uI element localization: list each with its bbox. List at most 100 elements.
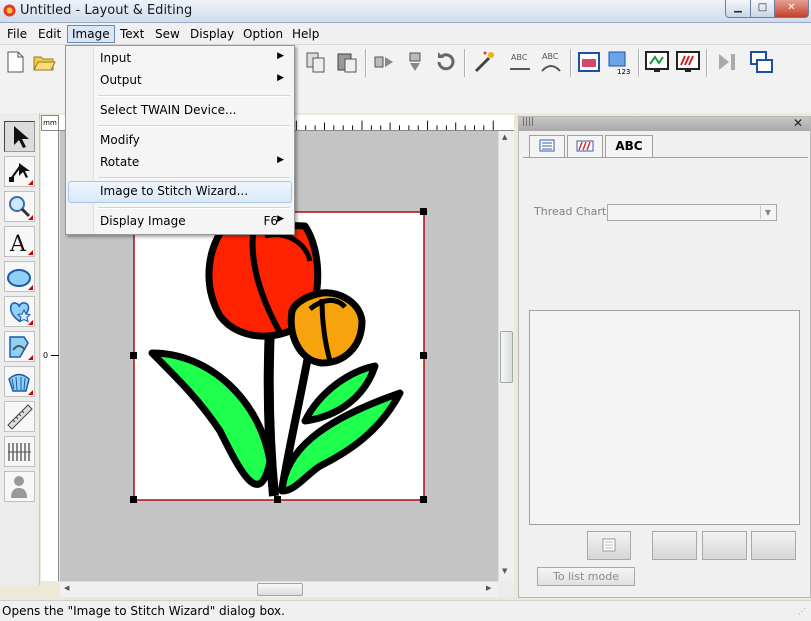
menu-item-image-to-stitch-wizard[interactable]: Image to Stitch Wizard... bbox=[68, 181, 292, 203]
title-bar: Untitled - Layout & Editing ▁ □ ✕ bbox=[0, 0, 811, 23]
menu-item-label: Modify bbox=[100, 133, 140, 147]
menu-option[interactable]: Option bbox=[239, 25, 287, 43]
resize-grip-icon[interactable]: ⋰ bbox=[798, 607, 806, 616]
realistic-preview-icon[interactable] bbox=[675, 49, 701, 75]
svg-text:A: A bbox=[9, 232, 27, 256]
panel-button-4[interactable] bbox=[751, 531, 796, 560]
scroll-corner bbox=[498, 581, 514, 597]
toolbar-separator bbox=[570, 49, 572, 77]
stitch-simulator-icon[interactable] bbox=[644, 49, 670, 75]
tab-thread-color[interactable] bbox=[567, 135, 603, 157]
numbered-layout-icon[interactable]: 123 bbox=[607, 49, 633, 75]
select-arrow-icon[interactable] bbox=[4, 121, 35, 152]
figure-icon[interactable] bbox=[4, 471, 35, 502]
shape-icon[interactable] bbox=[4, 261, 35, 292]
menu-item-select-twain[interactable]: Select TWAIN Device... bbox=[68, 100, 292, 122]
text-arc-icon[interactable]: ABC bbox=[538, 49, 564, 75]
menu-separator bbox=[98, 125, 290, 127]
tool-palette: A bbox=[0, 113, 40, 585]
submenu-arrow-icon: ▶ bbox=[277, 51, 284, 61]
copy-icon[interactable] bbox=[303, 49, 329, 75]
open-folder-icon[interactable] bbox=[31, 49, 57, 75]
menu-item-rotate[interactable]: Rotate ▶ bbox=[68, 152, 292, 174]
new-file-icon[interactable] bbox=[2, 49, 28, 75]
manual-punch-icon[interactable] bbox=[4, 331, 35, 362]
vertical-ruler: 0 bbox=[41, 131, 59, 581]
menu-item-label: Input bbox=[100, 51, 132, 65]
svg-text:123: 123 bbox=[617, 68, 630, 75]
thread-chart-select[interactable]: ▼ bbox=[607, 204, 777, 221]
horizontal-scroll-thumb[interactable] bbox=[257, 583, 303, 596]
thread-chart-label: Thread Chart: bbox=[534, 205, 610, 218]
menu-item-output[interactable]: Output ▶ bbox=[68, 70, 292, 92]
submenu-arrow-icon: ▶ bbox=[277, 155, 284, 165]
submenu-arrow-icon: ▶ bbox=[277, 73, 284, 83]
vertical-scrollbar[interactable]: ▲ ▼ bbox=[498, 131, 514, 581]
point-edit-icon[interactable] bbox=[4, 156, 35, 187]
maximize-button[interactable]: □ bbox=[750, 0, 775, 18]
mirror-vertical-icon[interactable] bbox=[402, 49, 428, 75]
text-on-path-icon[interactable]: ABC bbox=[507, 49, 533, 75]
rotate-icon[interactable] bbox=[433, 49, 459, 75]
measure-icon[interactable] bbox=[4, 401, 35, 432]
scroll-up-arrow[interactable]: ▲ bbox=[502, 133, 507, 141]
window-title: Untitled - Layout & Editing bbox=[20, 3, 193, 18]
menu-item-label: Rotate bbox=[100, 155, 140, 169]
window-switch-icon[interactable] bbox=[748, 49, 774, 75]
menu-item-modify[interactable]: Modify bbox=[68, 130, 292, 152]
zoom-icon[interactable] bbox=[4, 191, 35, 222]
chevron-down-icon[interactable]: ▼ bbox=[760, 206, 775, 219]
vertical-scroll-thumb[interactable] bbox=[500, 331, 513, 383]
menu-image[interactable]: Image bbox=[67, 25, 115, 43]
image-menu-dropdown: Input ▶ Output ▶ Select TWAIN Device... … bbox=[65, 45, 295, 235]
menu-item-label: Image to Stitch Wizard... bbox=[100, 184, 249, 198]
outline-icon[interactable] bbox=[4, 366, 35, 397]
mirror-horizontal-icon[interactable] bbox=[371, 49, 397, 75]
menu-separator bbox=[98, 207, 290, 209]
to-list-mode-button[interactable]: To list mode bbox=[537, 567, 635, 586]
menu-edit[interactable]: Edit bbox=[34, 25, 65, 43]
menu-item-shortcut: F6 bbox=[263, 214, 278, 228]
ruler-tick bbox=[51, 355, 59, 356]
menu-bar: File Edit Image Text Sew Display Option … bbox=[0, 23, 811, 45]
panel-button-1[interactable] bbox=[587, 531, 631, 560]
ruler-unit: mm bbox=[41, 115, 59, 131]
properties-panel: |||| ✕ ABC Thread Chart: ▼ To list mode bbox=[518, 116, 811, 598]
menu-sew[interactable]: Sew bbox=[151, 25, 184, 43]
scroll-down-arrow[interactable]: ▼ bbox=[502, 567, 507, 575]
scroll-right-arrow[interactable]: ▶ bbox=[486, 584, 491, 592]
panel-header: |||| ✕ bbox=[519, 116, 810, 131]
menu-item-label: Output bbox=[100, 73, 142, 87]
menu-text[interactable]: Text bbox=[116, 25, 148, 43]
stitch-pattern-icon[interactable] bbox=[4, 436, 35, 467]
tab-color-list[interactable] bbox=[529, 135, 565, 157]
submenu-arrow-icon: ▶ bbox=[277, 214, 284, 224]
panel-close-icon[interactable]: ✕ bbox=[793, 116, 803, 130]
color-list-box[interactable] bbox=[529, 310, 800, 525]
toolbar-separator bbox=[638, 49, 640, 77]
paste-icon[interactable] bbox=[334, 49, 360, 75]
stamp-icon[interactable] bbox=[4, 296, 35, 327]
minimize-button[interactable]: ▁ bbox=[725, 0, 751, 18]
menu-item-input[interactable]: Input ▶ bbox=[68, 48, 292, 70]
horizontal-scrollbar[interactable]: ◀ ▶ bbox=[60, 581, 498, 597]
menu-item-display-image[interactable]: Display Image F6 ▶ bbox=[68, 211, 292, 233]
tab-text[interactable]: ABC bbox=[605, 135, 653, 157]
menu-display[interactable]: Display bbox=[186, 25, 238, 43]
toolbar-separator bbox=[365, 49, 367, 77]
design-page-icon[interactable] bbox=[576, 49, 602, 75]
text-icon[interactable]: A bbox=[4, 226, 35, 257]
panel-button-3[interactable] bbox=[702, 531, 747, 560]
ruler-zero-label: 0 bbox=[43, 351, 49, 360]
menu-file[interactable]: File bbox=[3, 25, 31, 43]
panel-grip-icon[interactable]: |||| bbox=[522, 117, 534, 127]
close-button[interactable]: ✕ bbox=[774, 0, 809, 18]
menu-help[interactable]: Help bbox=[288, 25, 323, 43]
scroll-left-arrow[interactable]: ◀ bbox=[64, 584, 69, 592]
app-icon bbox=[3, 4, 16, 17]
sew-forward-icon[interactable] bbox=[714, 49, 740, 75]
magic-wand-icon[interactable] bbox=[471, 49, 497, 75]
status-bar: Opens the "Image to Stitch Wizard" dialo… bbox=[0, 600, 811, 621]
menu-separator bbox=[98, 177, 290, 179]
panel-button-2[interactable] bbox=[652, 531, 697, 560]
